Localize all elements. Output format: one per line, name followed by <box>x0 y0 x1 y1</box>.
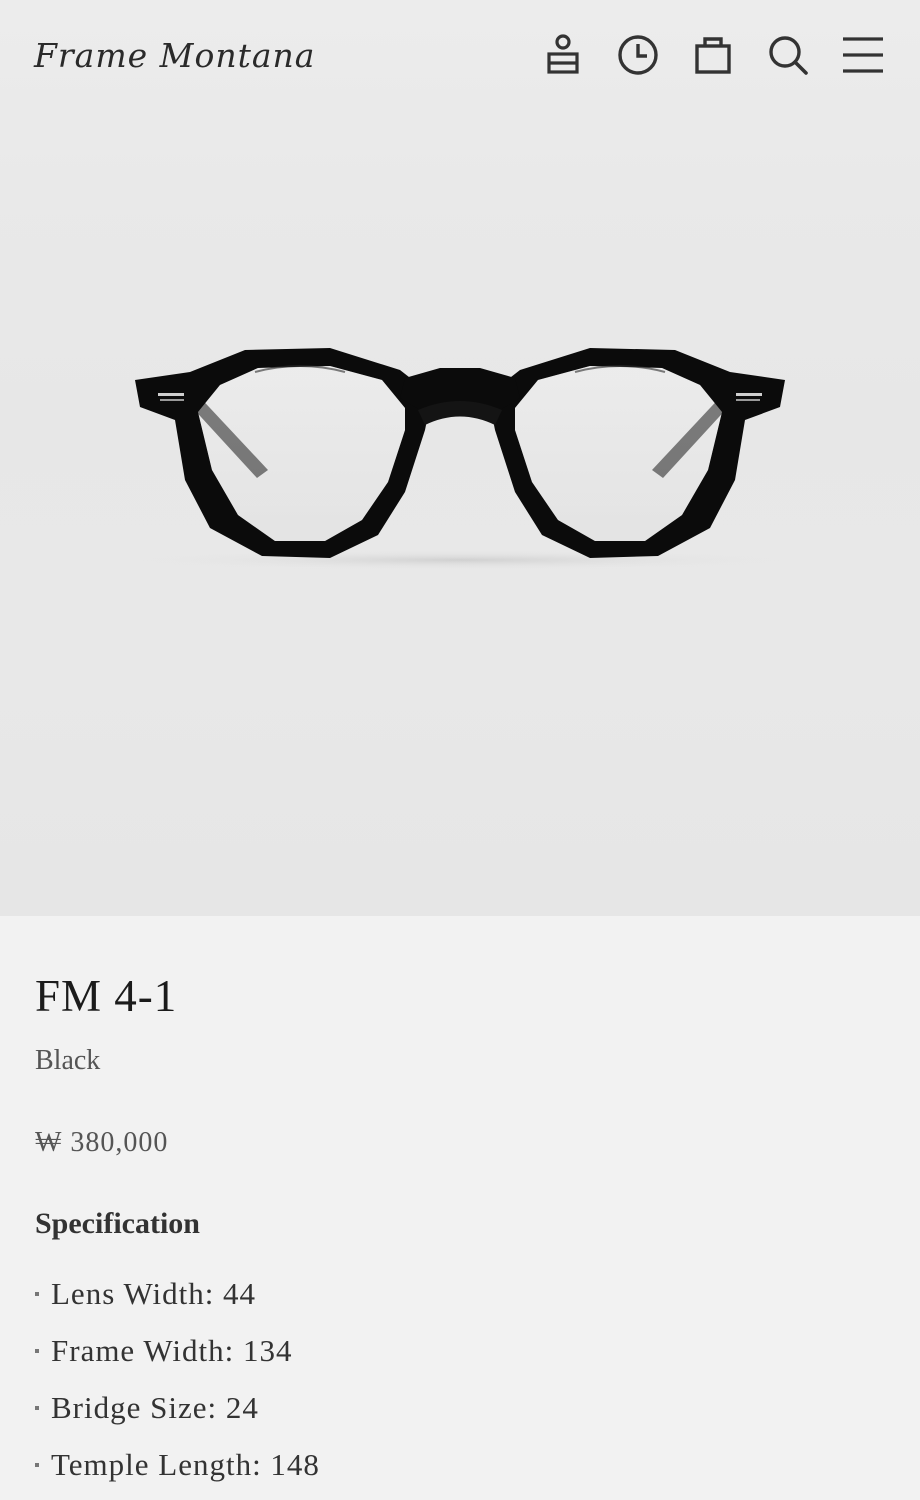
shopping-bag-icon <box>695 37 731 74</box>
search-icon <box>769 36 808 75</box>
spec-bridge-size: Bridge Size: 24 <box>35 1379 885 1436</box>
product-price: ₩ 380,000 <box>35 1127 169 1158</box>
spec-lens-width: Lens Width: 44 <box>35 1265 885 1322</box>
brand-logo[interactable]: Frame Montana <box>34 30 315 82</box>
product-hero: Frame Montana <box>0 0 920 916</box>
glasses-shadow <box>130 550 790 570</box>
specification-list: Lens Width: 44 Frame Width: 134 Bridge S… <box>35 1265 885 1493</box>
product-color-name: Black <box>35 1045 101 1076</box>
spec-temple-length: Temple Length: 148 <box>35 1436 885 1493</box>
product-title: FM 4-1 <box>35 971 178 1021</box>
cart-button[interactable] <box>690 32 736 78</box>
product-details: FM 4-1 Black ₩ 380,000 Specification Len… <box>35 960 885 1493</box>
account-icon <box>547 34 579 74</box>
search-button[interactable] <box>765 32 811 78</box>
spec-frame-width: Frame Width: 134 <box>35 1322 885 1379</box>
menu-button[interactable] <box>840 32 886 78</box>
clock-icon <box>618 35 658 75</box>
hamburger-menu-icon <box>843 37 883 73</box>
top-navigation-bar: Frame Montana <box>0 0 920 112</box>
product-photo <box>130 348 790 570</box>
recently-viewed-button[interactable] <box>615 32 661 78</box>
account-button[interactable] <box>540 32 586 78</box>
specification-heading: Specification <box>35 1207 200 1240</box>
